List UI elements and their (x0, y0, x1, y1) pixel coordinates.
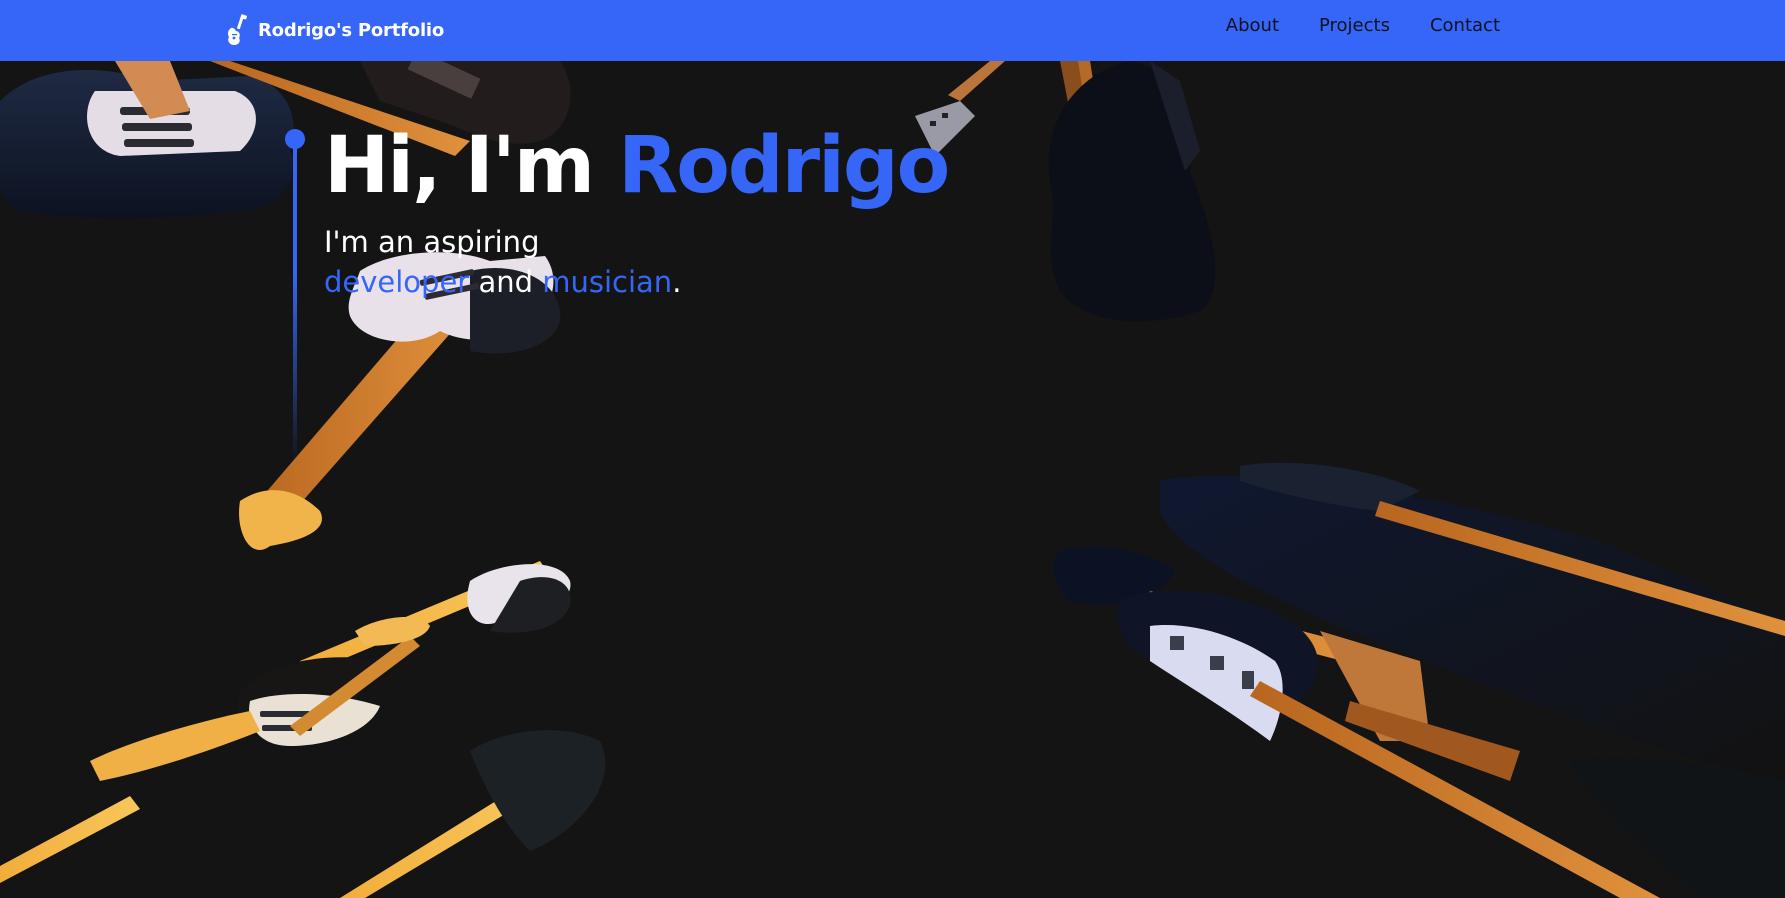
guitar-bottom-left-edge (0, 730, 606, 898)
brand-link[interactable]: Rodrigo's Portfolio (226, 10, 444, 50)
guitar-icon (227, 14, 247, 45)
nav-link-contact[interactable]: Contact (1430, 15, 1500, 36)
guitar-center-left (239, 252, 561, 550)
navbar: Rodrigo's Portfolio About Projects Conta… (0, 0, 1785, 61)
nav-link-projects[interactable]: Projects (1319, 15, 1390, 36)
brand-title: Rodrigo's Portfolio (258, 19, 445, 41)
nav-links: About Projects Contact (1226, 0, 1500, 51)
guitar-top-right-small (915, 61, 1005, 156)
nav-link-about[interactable]: About (1226, 15, 1279, 36)
guitar-scene-canvas[interactable] (0, 61, 1785, 898)
guitar-top-right-bass (1048, 61, 1216, 322)
